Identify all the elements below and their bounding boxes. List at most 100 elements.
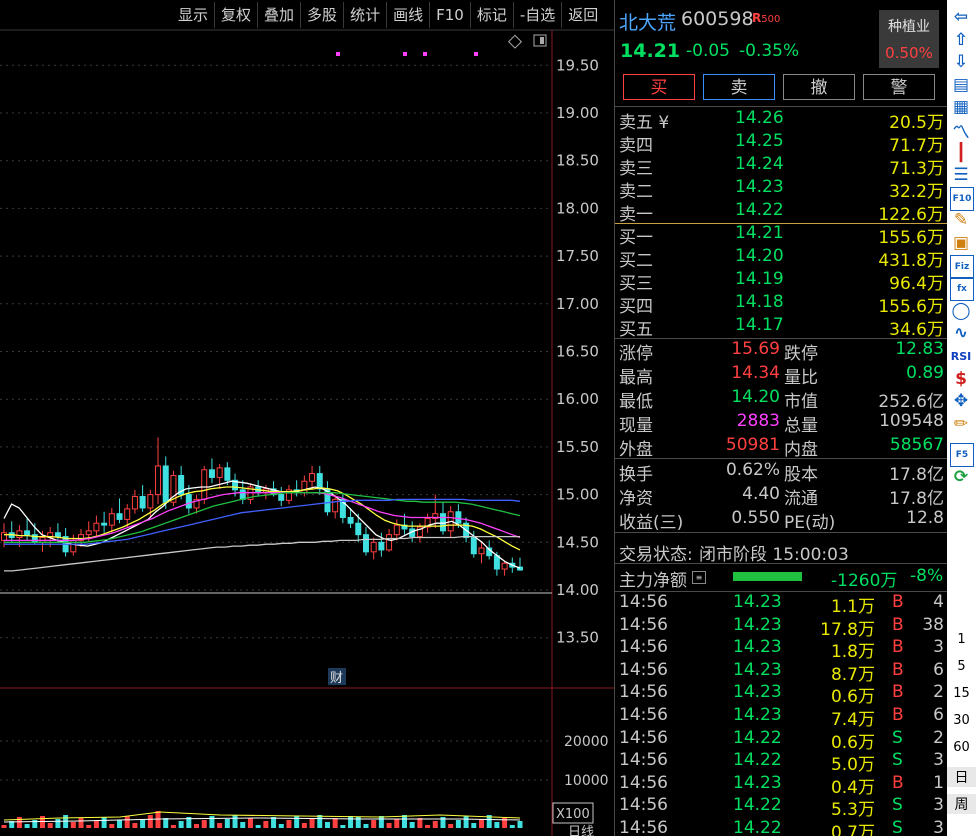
book-icon[interactable]: ▤ (950, 74, 972, 96)
tick-volume: 17.8万 (820, 619, 875, 640)
volume-bar (16, 817, 22, 828)
arrow-down-icon[interactable]: ⇩ (950, 51, 972, 73)
money-icon[interactable]: $ (950, 368, 972, 390)
arrow-left-icon[interactable]: ⇦ (950, 6, 972, 28)
stat-value: 14.34 (731, 363, 780, 383)
volume-bar (394, 819, 400, 828)
ask-row[interactable]: 卖三 14.24 71.3万 (615, 154, 948, 179)
tick-side: B (892, 682, 904, 703)
candle-body (101, 522, 108, 526)
ask-row[interactable]: 卖四 14.25 71.7万 (615, 131, 948, 156)
vol-tick-label: 20000 (564, 734, 609, 750)
stat-label: 外盘 (619, 440, 653, 460)
industry-box[interactable]: 种植业 0.50% (879, 10, 939, 68)
volume-bar (509, 825, 515, 828)
tick-time: 14:56 (619, 727, 668, 748)
stat-value: 0.89 (906, 363, 944, 383)
move-icon[interactable]: ✥ (950, 390, 972, 412)
toolbar-button-8[interactable]: -自选 (512, 2, 561, 28)
period-5[interactable]: 日 (947, 767, 976, 787)
volume-bar (201, 820, 207, 828)
volume-bar (517, 821, 523, 828)
candle-body (347, 516, 354, 524)
toolbar-button-9[interactable]: 返回 (561, 2, 604, 28)
line-chart-icon[interactable]: 〽 (950, 119, 972, 143)
ask-row[interactable]: 卖五 ¥ 14.26 20.5万 (615, 108, 948, 133)
bid-row[interactable]: 买五 14.17 34.6万 (615, 315, 948, 340)
fx-icon[interactable]: fx (950, 277, 974, 302)
level-volume: 71.3万 (889, 159, 944, 179)
f5-icon[interactable]: F5 (950, 443, 974, 468)
toolbar-button-6[interactable]: F10 (429, 2, 470, 28)
volume-bar (124, 816, 130, 828)
main-capital-row[interactable]: 主力净额 ≡ -1260万 -8% (615, 566, 948, 591)
pencil-icon[interactable]: ✏ (950, 413, 972, 435)
grid-icon[interactable]: ▦ (950, 96, 972, 118)
toolbar-button-3[interactable]: 多股 (300, 2, 343, 28)
f10-icon[interactable]: F10 (950, 186, 974, 211)
ask-row[interactable]: 卖一 14.22 122.6万 (615, 200, 948, 225)
period-4[interactable]: 60 (947, 740, 976, 755)
bid-row[interactable]: 买四 14.18 155.6万 (615, 292, 948, 317)
fundamentals-row: 净资 4.40 流通 17.8亿 (615, 484, 948, 509)
period-1[interactable]: 5 (947, 659, 976, 674)
tick-side: B (892, 614, 904, 635)
toolbar-button-5[interactable]: 画线 (386, 2, 429, 28)
candle-body (439, 513, 446, 532)
stat-label: 涨停 (619, 344, 653, 364)
fundamentals-row: 换手 0.62% 股本 17.8亿 (615, 460, 948, 485)
fiz-icon[interactable]: Fiz (950, 254, 974, 279)
toolbar-button-7[interactable]: 标记 (469, 2, 513, 28)
candle-body (208, 469, 215, 478)
event-dot (423, 52, 427, 56)
period-2[interactable]: 15 (947, 686, 976, 701)
kline-chart[interactable]: 19.50 19.00 18.50 18.00 17.50 17.00 16.50 16.00… (0, 0, 614, 836)
industry-name: 种植业 (888, 19, 930, 35)
level-price: 14.26 (735, 108, 784, 128)
period-3[interactable]: 30 (947, 713, 976, 728)
tick-side: S (892, 795, 903, 816)
volume-bar (278, 824, 284, 828)
volume-bar (478, 819, 484, 828)
volume-bar (217, 823, 223, 828)
bid-row[interactable]: 买二 14.20 431.8万 (615, 246, 948, 271)
candle-body (316, 473, 323, 490)
buy-button[interactable]: 买 (623, 74, 695, 100)
volume-bar (324, 822, 330, 828)
wave-icon[interactable]: ∿ (950, 322, 972, 344)
event-dot (474, 52, 478, 56)
tick-count: 2 (933, 727, 944, 748)
trade-status: 交易状态: 闭市阶段 15:00:03 (615, 540, 948, 565)
ask-row[interactable]: 卖二 14.23 32.2万 (615, 177, 948, 202)
level-volume: 155.6万 (878, 297, 944, 317)
calendar-icon[interactable]: ▣ (950, 232, 972, 254)
period-6[interactable]: 周 (947, 794, 976, 814)
sell-button[interactable]: 卖 (703, 74, 775, 100)
candle-icon[interactable]: ┃ (950, 142, 972, 164)
toolbar-button-0[interactable]: 显示 (172, 2, 214, 28)
stock-name[interactable]: 北大荒 (619, 8, 676, 35)
tick-count: 38 (922, 614, 944, 635)
rsi-icon[interactable]: RSI (950, 345, 972, 367)
tick-row: 14:56 14.22 0.7万 S 3 (615, 818, 948, 836)
bid-row[interactable]: 买三 14.19 96.4万 (615, 269, 948, 294)
toolbar-button-1[interactable]: 复权 (214, 2, 257, 28)
cancel-button[interactable]: 撤 (783, 74, 855, 100)
toolbar-button-4[interactable]: 统计 (343, 2, 386, 28)
circle-icon[interactable]: ◯ (950, 300, 972, 322)
tick-price: 14.23 (733, 682, 782, 703)
tick-count: 3 (933, 750, 944, 771)
notes-icon[interactable]: ✎ (950, 209, 972, 231)
volume-bar (240, 822, 246, 828)
tick-price: 14.22 (733, 750, 782, 771)
tick-volume: 0.4万 (830, 777, 875, 798)
refresh-icon[interactable]: ⟳ (950, 466, 972, 488)
stat-label: 量比 (784, 368, 818, 388)
arrow-up-icon[interactable]: ⇧ (950, 29, 972, 51)
tick-side: B (892, 705, 904, 725)
list-icon[interactable]: ☰ (950, 164, 972, 186)
alert-button[interactable]: 警 (863, 74, 935, 100)
toolbar-button-2[interactable]: 叠加 (257, 2, 300, 28)
bid-row[interactable]: 买一 14.21 155.6万 (615, 223, 948, 248)
period-0[interactable]: 1 (947, 632, 976, 647)
